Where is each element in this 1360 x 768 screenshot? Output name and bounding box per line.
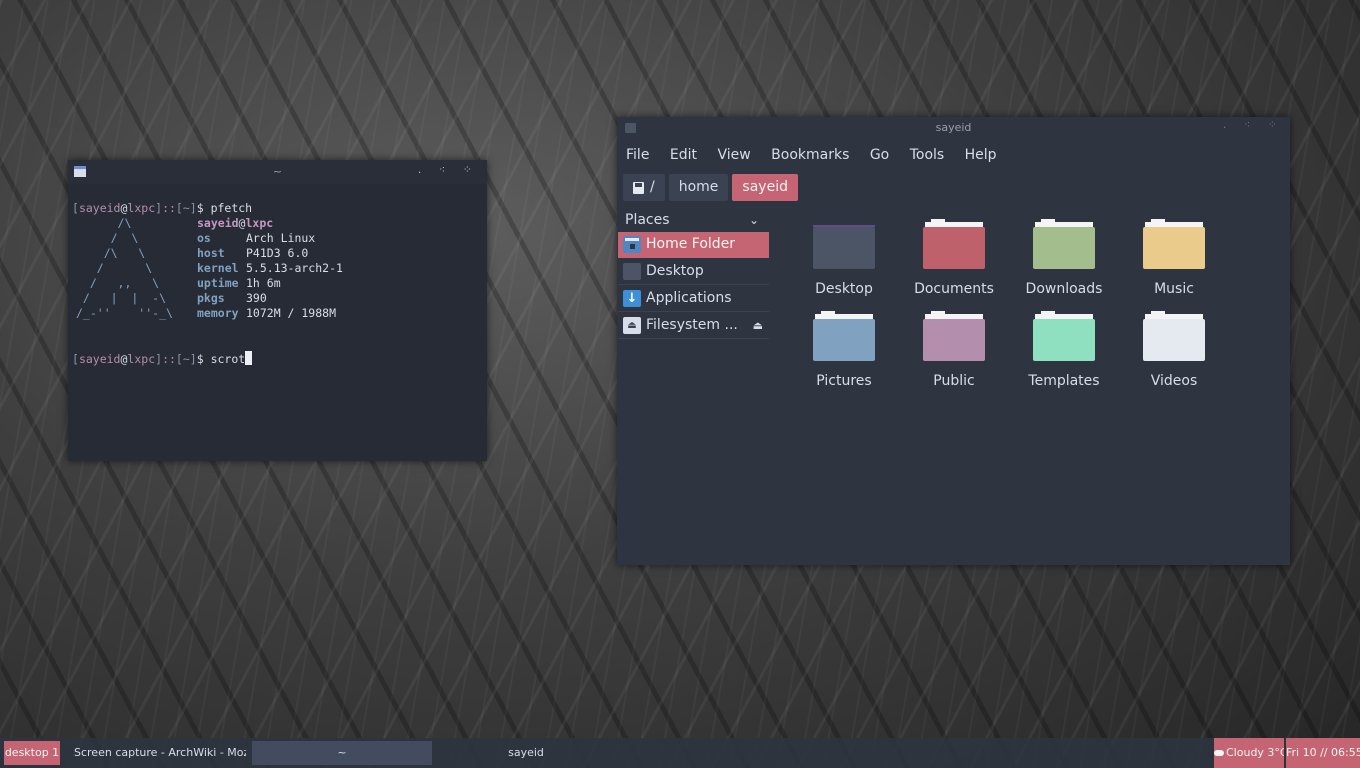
taskbar: desktop 1 Screen capture - ArchWiki - Mo… (0, 738, 1360, 768)
place-desktop[interactable]: Desktop (618, 259, 769, 285)
terminal-titlebar[interactable]: ~ . ⁖ ⁘ (68, 160, 487, 184)
folder-icon (813, 219, 875, 269)
weather-widget[interactable]: Cloudy 3°C (1214, 738, 1284, 768)
folder-item-pictures[interactable]: Pictures (789, 311, 899, 391)
menu-view[interactable]: View (717, 147, 750, 163)
file-manager-title: sayeid (935, 121, 972, 134)
folder-item-desktop[interactable]: Desktop (789, 219, 899, 299)
breadcrumb: / home sayeid (623, 174, 798, 201)
places-sidebar: Places ⌄ Home Folder Desktop ↓ Applicati… (617, 209, 769, 340)
task-button-firefox[interactable]: Screen capture - ArchWiki - Mozi... (70, 741, 246, 765)
place-applications[interactable]: ↓ Applications (618, 286, 769, 312)
terminal-window[interactable]: ~ . ⁖ ⁘ [sayeid@lxpc]::[~]$ pfetch /\ / … (68, 160, 487, 461)
folder-item-public[interactable]: Public (899, 311, 1009, 391)
folder-icon (813, 311, 875, 361)
prompt-line[interactable]: [sayeid@lxpc]::[~]$ scrot (72, 351, 487, 367)
cloud-icon (1214, 750, 1224, 756)
desktop-icon (623, 263, 641, 280)
folder-icon (1033, 219, 1095, 269)
menu-help[interactable]: Help (965, 147, 997, 163)
terminal-output[interactable]: [sayeid@lxpc]::[~]$ pfetch /\ / \ /\ \ /… (72, 201, 487, 461)
folder-item-templates[interactable]: Templates (1009, 311, 1119, 391)
places-header[interactable]: Places ⌄ (617, 209, 769, 231)
pfetch-row: kernel 5.5.13-arch2-1 (197, 261, 343, 275)
file-manager-titlebar[interactable]: sayeid . ⁖ ⁘ (617, 117, 1290, 139)
place-home-folder[interactable]: Home Folder (618, 232, 769, 258)
folder-icon (1033, 311, 1095, 361)
pfetch-row: host P41D3 6.0 (197, 246, 309, 260)
breadcrumb-root[interactable]: / (623, 174, 665, 201)
pfetch-row: os Arch Linux (197, 231, 316, 245)
folder-item-documents[interactable]: Documents (899, 219, 1009, 299)
breadcrumb-home[interactable]: home (668, 174, 729, 201)
menu-go[interactable]: Go (870, 147, 889, 163)
breadcrumb-sayeid[interactable]: sayeid (732, 174, 798, 201)
pfetch-output: /\ / \ /\ \ / \ / ,, \ / | | -\/_-'' ''-… (72, 216, 487, 321)
folder-item-downloads[interactable]: Downloads (1009, 219, 1119, 299)
menu-bookmarks[interactable]: Bookmarks (771, 147, 849, 163)
clock[interactable]: Fri 10 // 06:55 (1286, 738, 1360, 768)
terminal-window-controls[interactable]: . ⁖ ⁘ (418, 163, 479, 176)
drive-icon (633, 181, 644, 194)
task-button-file-manager[interactable]: sayeid (440, 741, 612, 765)
folder-icon (923, 219, 985, 269)
current-command[interactable]: scrot (211, 352, 246, 366)
folder-icon (1143, 219, 1205, 269)
task-button-terminal[interactable]: ~ (252, 741, 432, 765)
arch-logo: /\ / \ /\ \ / \ / ,, \ / | | -\/_-'' ''-… (76, 216, 173, 320)
pfetch-row: uptime 1h 6m (197, 276, 281, 290)
menu-tools[interactable]: Tools (910, 147, 945, 163)
text-cursor (245, 351, 253, 365)
filesystem-icon: ⏏ (623, 317, 641, 334)
pfetch-row: memory 1072M / 1988M (197, 306, 337, 320)
folder-item-videos[interactable]: Videos (1119, 311, 1229, 391)
applications-icon: ↓ (623, 290, 641, 307)
folder-icon (923, 311, 985, 361)
pfetch-row: pkgs 390 (197, 291, 267, 305)
menu-edit[interactable]: Edit (670, 147, 697, 163)
file-manager-window-controls[interactable]: . ⁖ ⁘ (1223, 118, 1284, 131)
menu-bar: File Edit View Bookmarks Go Tools Help (626, 147, 1013, 163)
chevron-down-icon[interactable]: ⌄ (749, 209, 759, 231)
folder-grid: Desktop Documents Downloads Music Pictur… (789, 219, 1229, 391)
file-manager-window[interactable]: sayeid . ⁖ ⁘ File Edit View Bookmarks Go… (617, 117, 1290, 565)
folder-icon (1143, 311, 1205, 361)
folder-item-music[interactable]: Music (1119, 219, 1229, 299)
prompt-line: [sayeid@lxpc]::[~]$ pfetch (72, 201, 253, 215)
eject-icon[interactable]: ⏏ (753, 313, 763, 338)
pfetch-info: sayeid@lxpc os Arch Linux host P41D3 6.0 kern… (197, 216, 343, 320)
place-filesystem[interactable]: ⏏ Filesystem ... ⏏ (618, 313, 769, 339)
menu-file[interactable]: File (626, 147, 649, 163)
home-folder-icon (623, 236, 641, 253)
desktop-switcher-button[interactable]: desktop 1 (4, 741, 60, 765)
